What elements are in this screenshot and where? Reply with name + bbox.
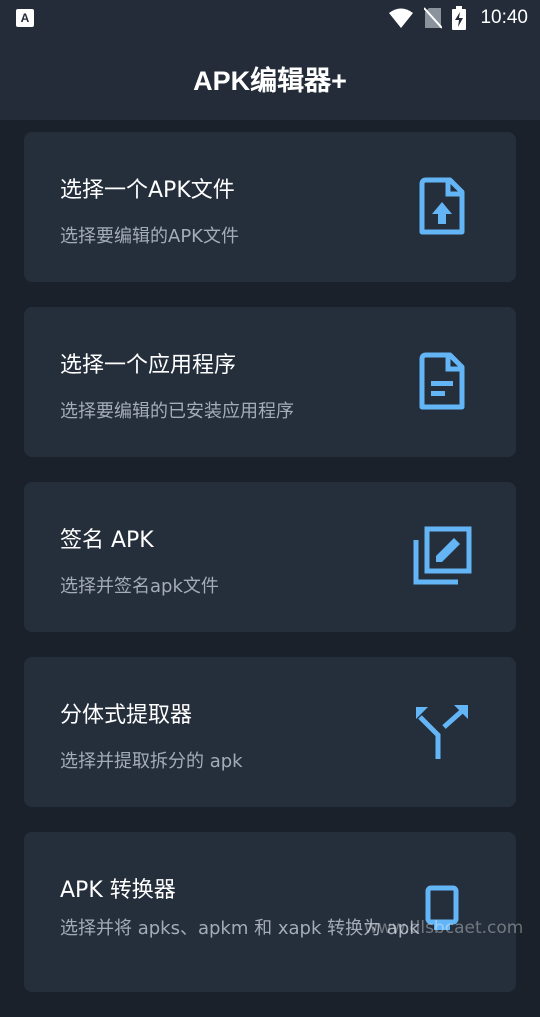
status-bar: A 10:40 xyxy=(0,0,540,36)
card-apk-converter[interactable]: APK 转换器 选择并将 apks、apkm 和 xapk 转换为 apk ww… xyxy=(24,832,523,992)
sign-edit-icon xyxy=(412,526,472,586)
card-select-app[interactable]: 选择一个应用程序 选择要编辑的已安装应用程序 xyxy=(24,307,516,457)
clock: 10:40 xyxy=(480,7,528,28)
file-upload-icon xyxy=(412,176,472,236)
battery-charging-icon xyxy=(452,6,467,30)
no-sim-icon xyxy=(424,7,443,29)
card-title: 签名 APK xyxy=(60,528,154,553)
watermark-text: www.dlsbcaet.com xyxy=(364,918,524,938)
action-list: 选择一个APK文件 选择要编辑的APK文件 选择一个应用程序 选择要编辑的已安装… xyxy=(24,132,523,1017)
split-arrows-icon xyxy=(412,701,472,761)
status-right: 10:40 xyxy=(388,6,528,30)
card-title: 选择一个APK文件 xyxy=(60,178,235,203)
card-title: 选择一个应用程序 xyxy=(60,353,237,378)
card-title: APK 转换器 xyxy=(60,878,176,903)
card-select-apk-file[interactable]: 选择一个APK文件 选择要编辑的APK文件 xyxy=(24,132,516,282)
card-subtitle: 选择并提取拆分的 apk xyxy=(60,751,243,772)
page-title: APK编辑器+ xyxy=(193,65,347,96)
wifi-icon xyxy=(388,7,414,29)
status-left: A xyxy=(16,9,34,27)
card-title: 分体式提取器 xyxy=(60,703,193,728)
card-subtitle: 选择并签名apk文件 xyxy=(60,576,219,597)
document-icon xyxy=(412,351,472,411)
app-bar: APK编辑器+ xyxy=(0,36,540,120)
card-subtitle: 选择要编辑的APK文件 xyxy=(60,226,239,247)
card-split-extractor[interactable]: 分体式提取器 选择并提取拆分的 apk xyxy=(24,657,516,807)
card-sign-apk[interactable]: 签名 APK 选择并签名apk文件 xyxy=(24,482,516,632)
app-notification-icon: A xyxy=(16,9,34,27)
card-subtitle: 选择要编辑的已安装应用程序 xyxy=(60,401,294,422)
